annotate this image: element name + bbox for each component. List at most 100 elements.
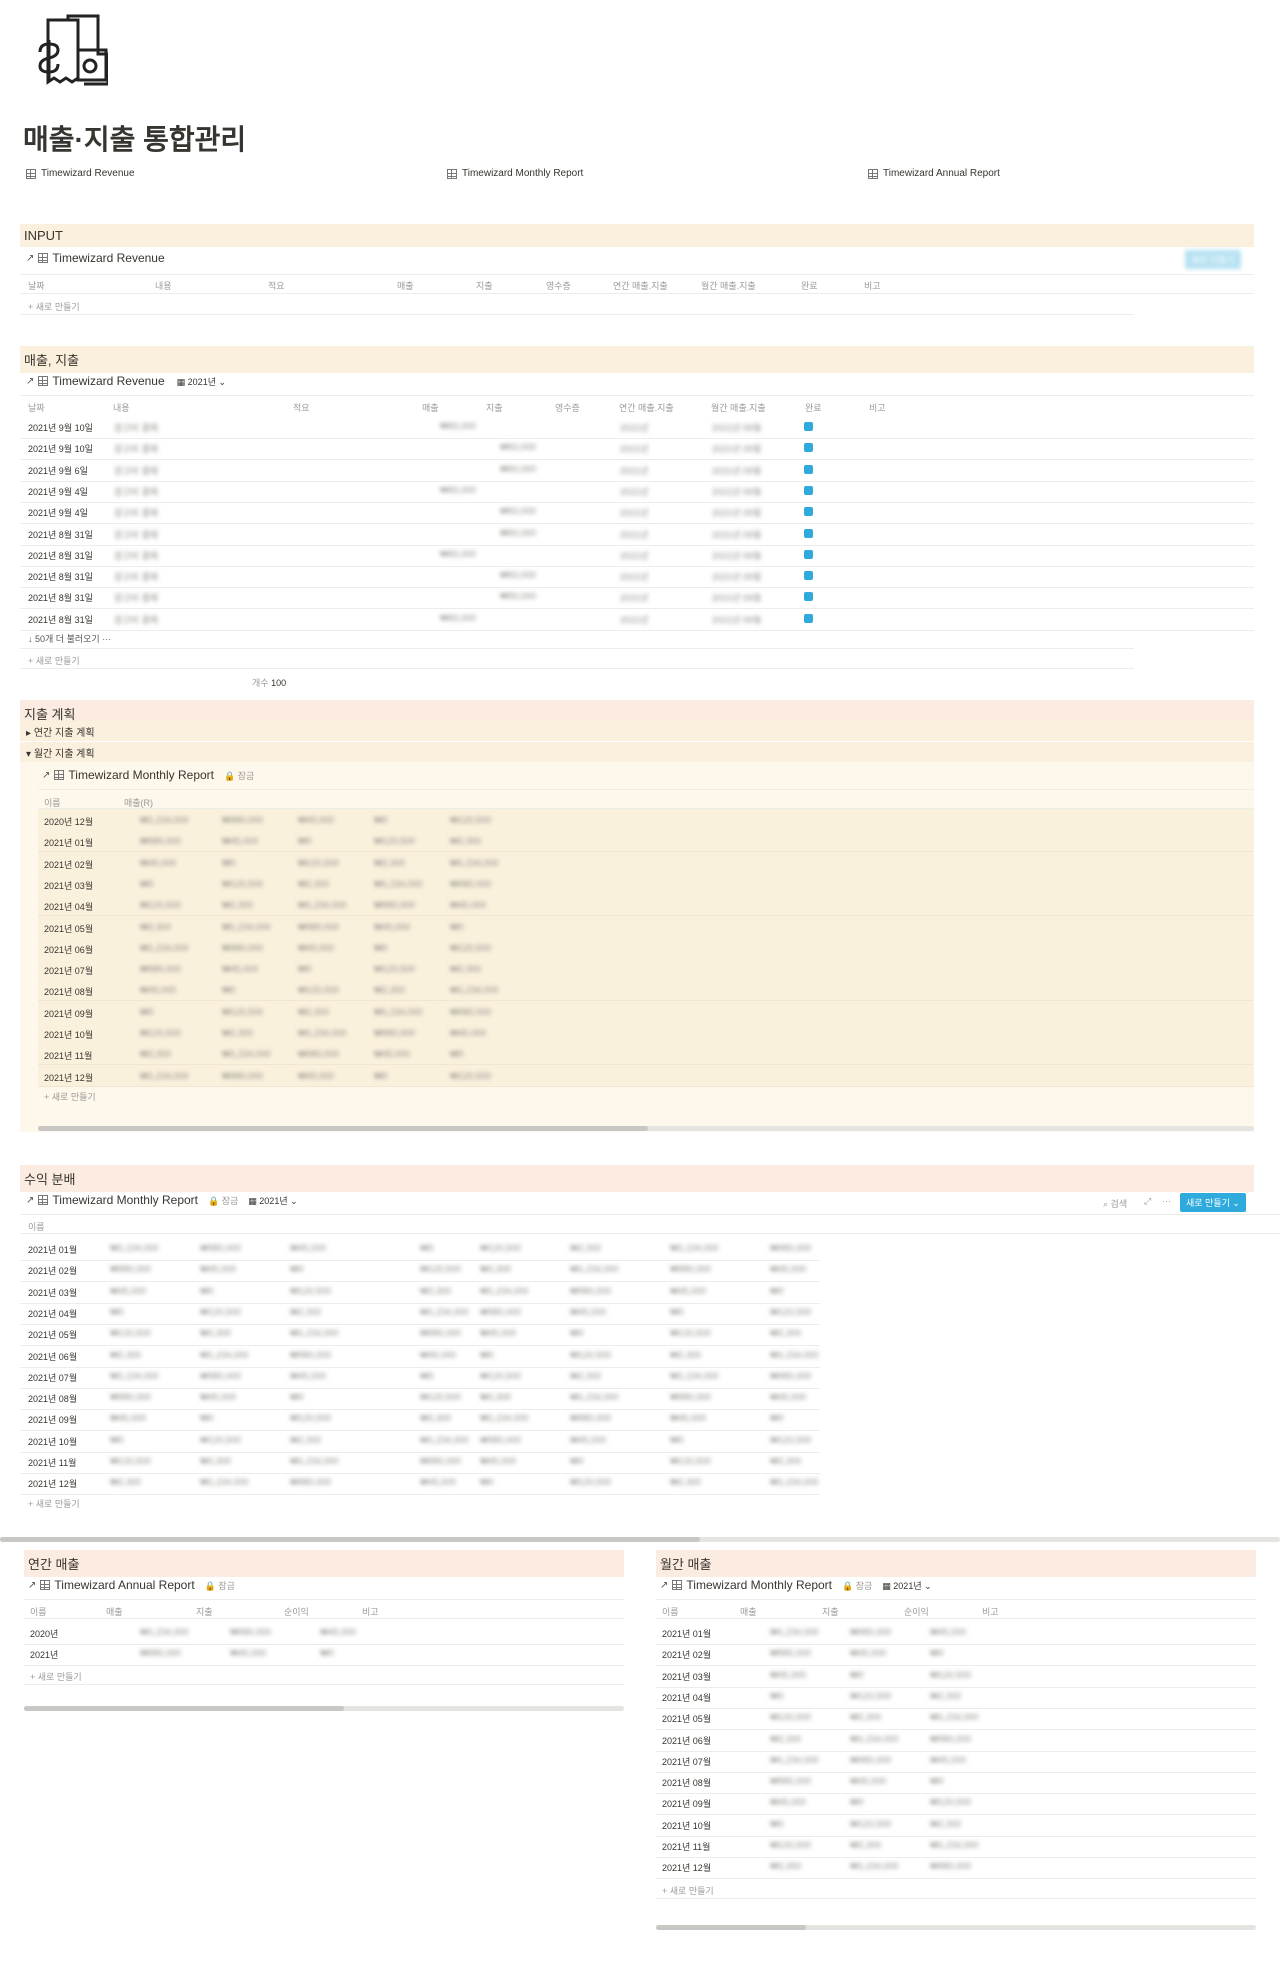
month-name[interactable]: 2021년 07월 (662, 1755, 711, 1768)
column-header[interactable]: 월간 매출.지출 (711, 401, 766, 414)
month-name[interactable]: 2021년 04월 (28, 1307, 77, 1320)
column-header[interactable]: 비고 (362, 1605, 379, 1618)
month-name[interactable]: 2021년 10월 (28, 1435, 77, 1448)
column-header[interactable]: 지출 (822, 1605, 839, 1618)
month-name[interactable]: 2021년 03월 (44, 879, 93, 892)
month-name[interactable]: 2021년 07월 (44, 964, 93, 977)
month-name[interactable]: 2021년 03월 (28, 1286, 77, 1299)
done-checkbox[interactable] (804, 571, 813, 581)
date-cell[interactable]: 2021년 9월 10일 (28, 421, 93, 434)
month-name[interactable]: 2021년 11월 (662, 1840, 710, 1853)
db-title-monthly[interactable]: ↗ Timewizard Monthly Report 🔒 잠금 ▦ 2021년 ⌄ (660, 1578, 932, 1592)
done-checkbox[interactable] (804, 613, 813, 623)
month-name[interactable]: 2021년 08월 (662, 1776, 711, 1789)
db-title-input[interactable]: ↗ Timewizard Revenue (26, 251, 165, 265)
month-name[interactable]: 2021년 12월 (662, 1861, 711, 1874)
db-title-plan[interactable]: ↗ Timewizard Monthly Report 🔒 잠금 (42, 768, 254, 782)
new-row-button[interactable]: + 새로 만들기 (44, 1090, 96, 1103)
month-name[interactable]: 2021년 03월 (662, 1670, 711, 1683)
new-row-button[interactable]: + 새로 만들기 (28, 1497, 80, 1510)
month-name[interactable]: 2021년 06월 (44, 943, 93, 956)
column-header[interactable]: 지출 (486, 401, 503, 414)
done-checkbox[interactable] (804, 549, 813, 559)
link-monthly-report[interactable]: Timewizard Monthly Report (447, 168, 583, 179)
month-name[interactable]: 2021년 05월 (662, 1712, 711, 1725)
new-row-button[interactable]: + 새로 만들기 (28, 654, 80, 667)
month-name[interactable]: 2021년 08월 (44, 985, 93, 998)
column-header[interactable]: 내용 (113, 401, 130, 414)
date-cell[interactable]: 2021년 9월 6일 (28, 464, 88, 477)
month-name[interactable]: 2021년 11월 (44, 1049, 92, 1062)
month-name[interactable]: 2021년 04월 (44, 900, 93, 913)
new-row-button[interactable]: + 새로 만들기 (30, 1670, 82, 1683)
column-header[interactable]: 연간 매출.지출 (613, 279, 668, 292)
view-selector[interactable]: ▦ 2021년 ⌄ (177, 375, 226, 388)
month-name[interactable]: 2021년 10월 (662, 1819, 711, 1832)
column-header[interactable]: 지출 (196, 1605, 213, 1618)
column-header[interactable]: 매출 (740, 1605, 757, 1618)
more-icon[interactable]: ··· (1162, 1196, 1171, 1206)
column-header[interactable]: 매출 (106, 1605, 123, 1618)
column-header[interactable]: 적요 (293, 401, 310, 414)
column-header[interactable]: 비고 (982, 1605, 999, 1618)
column-header[interactable]: 날짜 (28, 279, 45, 292)
month-name[interactable]: 2021년 05월 (44, 922, 93, 935)
column-header[interactable]: 월간 매출.지출 (701, 279, 756, 292)
db-title-profit[interactable]: ↗ Timewizard Monthly Report 🔒 잠금 ▦ 2021년 ⌄ (26, 1193, 298, 1207)
new-row-button[interactable]: + 새로 만들기 (662, 1884, 714, 1897)
month-name[interactable]: 2020년 12월 (44, 815, 93, 828)
done-checkbox[interactable] (804, 507, 813, 517)
column-header[interactable]: 매출 (397, 279, 414, 292)
date-cell[interactable]: 2021년 8월 31일 (28, 570, 93, 583)
done-checkbox[interactable] (804, 464, 813, 474)
month-name[interactable]: 2021년 08월 (28, 1392, 77, 1405)
column-header[interactable]: 이름 (28, 1220, 45, 1233)
link-revenue[interactable]: Timewizard Revenue (26, 168, 135, 179)
month-name[interactable]: 2021년 02월 (662, 1648, 711, 1661)
month-name[interactable]: 2021년 06월 (662, 1734, 711, 1747)
date-cell[interactable]: 2021년 8월 31일 (28, 528, 93, 541)
month-name[interactable]: 2021년 11월 (28, 1456, 76, 1469)
date-cell[interactable]: 2021년 9월 4일 (28, 506, 88, 519)
month-name[interactable]: 2021년 07월 (28, 1371, 77, 1384)
month-name[interactable]: 2021년 10월 (44, 1028, 93, 1041)
new-row-button[interactable]: + 새로 만들기 (28, 300, 80, 313)
column-header[interactable]: 이름 (662, 1605, 679, 1618)
month-name[interactable]: 2021년 01월 (44, 836, 93, 849)
month-name[interactable]: 2021년 12월 (44, 1071, 93, 1084)
column-header[interactable]: 영수증 (555, 401, 580, 414)
month-name[interactable]: 2021년 04월 (662, 1691, 711, 1704)
year-name[interactable]: 2020년 (30, 1627, 58, 1640)
month-name[interactable]: 2021년 09월 (44, 1007, 93, 1020)
year-name[interactable]: 2021년 (30, 1648, 58, 1661)
column-header[interactable]: 지출 (476, 279, 493, 292)
month-name[interactable]: 2021년 02월 (44, 858, 93, 871)
column-header[interactable]: 순이익 (284, 1605, 309, 1618)
column-header[interactable]: 영수증 (546, 279, 571, 292)
toggle-monthly-plan[interactable]: ▾ 월간 지출 계획 (20, 742, 1254, 762)
column-header[interactable]: 적요 (268, 279, 285, 292)
column-header[interactable]: 완료 (805, 401, 822, 414)
done-checkbox[interactable] (804, 485, 813, 495)
done-checkbox[interactable] (804, 528, 813, 538)
view-selector[interactable]: ▦ 2021년 ⌄ (248, 1194, 297, 1207)
date-cell[interactable]: 2021년 8월 31일 (28, 591, 93, 604)
done-checkbox[interactable] (804, 592, 813, 602)
date-cell[interactable]: 2021년 9월 4일 (28, 485, 88, 498)
toggle-annual-plan[interactable]: ▸ 연간 지출 계획 (20, 721, 1254, 741)
month-name[interactable]: 2021년 06월 (28, 1350, 77, 1363)
link-annual-report[interactable]: Timewizard Annual Report (868, 168, 1000, 179)
new-button[interactable]: 새로 만들기 ⌄ (1180, 1193, 1246, 1212)
month-name[interactable]: 2021년 01월 (662, 1627, 711, 1640)
date-cell[interactable]: 2021년 9월 10일 (28, 442, 93, 455)
column-header[interactable]: 순이익 (904, 1605, 929, 1618)
month-name[interactable]: 2021년 12월 (28, 1477, 77, 1490)
column-header[interactable]: 비고 (864, 279, 881, 292)
db-title-revenue[interactable]: ↗ Timewizard Revenue ▦ 2021년 ⌄ (26, 374, 226, 388)
column-header[interactable]: 완료 (801, 279, 818, 292)
view-selector[interactable]: ▦ 2021년 ⌄ (882, 1579, 931, 1592)
column-header[interactable]: 비고 (869, 401, 886, 414)
month-name[interactable]: 2021년 01월 (28, 1243, 77, 1256)
expand-icon[interactable]: ⤢ (1144, 1196, 1151, 1207)
new-button[interactable]: 새로 만들기 (1185, 250, 1241, 269)
